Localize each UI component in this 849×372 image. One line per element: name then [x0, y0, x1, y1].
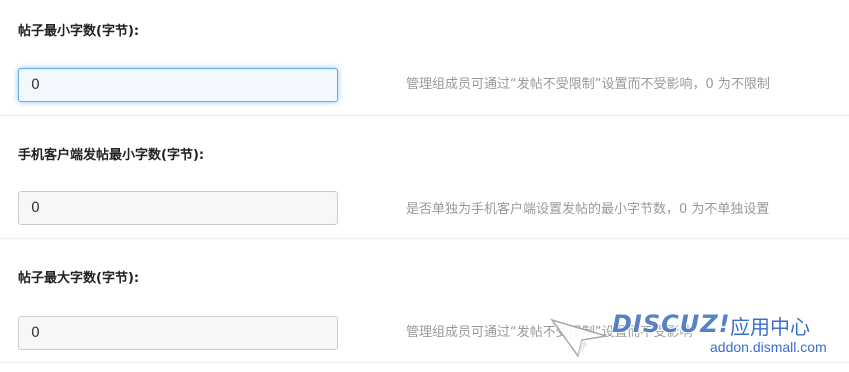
min-chars-input[interactable]: [18, 68, 338, 102]
setting-help-text: 是否单独为手机客户端设置发帖的最小字节数，0 为不单独设置: [406, 202, 770, 217]
max-chars-input[interactable]: [18, 316, 338, 350]
setting-label: 帖子最大字数(字节):: [18, 271, 140, 286]
setting-help-text: 管理组成员可通过“发帖不受限制”设置而不受影响: [406, 325, 693, 340]
setting-label: 手机客户端发帖最小字数(字节):: [18, 148, 205, 163]
setting-row-min-chars: 帖子最小字数(字节): 管理组成员可通过“发帖不受限制”设置而不受影响，0 为不…: [0, 0, 849, 116]
setting-label: 帖子最小字数(字节):: [18, 24, 140, 39]
setting-row-max-chars: 帖子最大字数(字节): 管理组成员可通过“发帖不受限制”设置而不受影响: [0, 239, 849, 363]
setting-row-mobile-min-chars: 手机客户端发帖最小字数(字节): 是否单独为手机客户端设置发帖的最小字节数，0 …: [0, 116, 849, 239]
mobile-min-chars-input[interactable]: [18, 191, 338, 225]
setting-help-text: 管理组成员可通过“发帖不受限制”设置而不受影响，0 为不限制: [406, 77, 770, 92]
